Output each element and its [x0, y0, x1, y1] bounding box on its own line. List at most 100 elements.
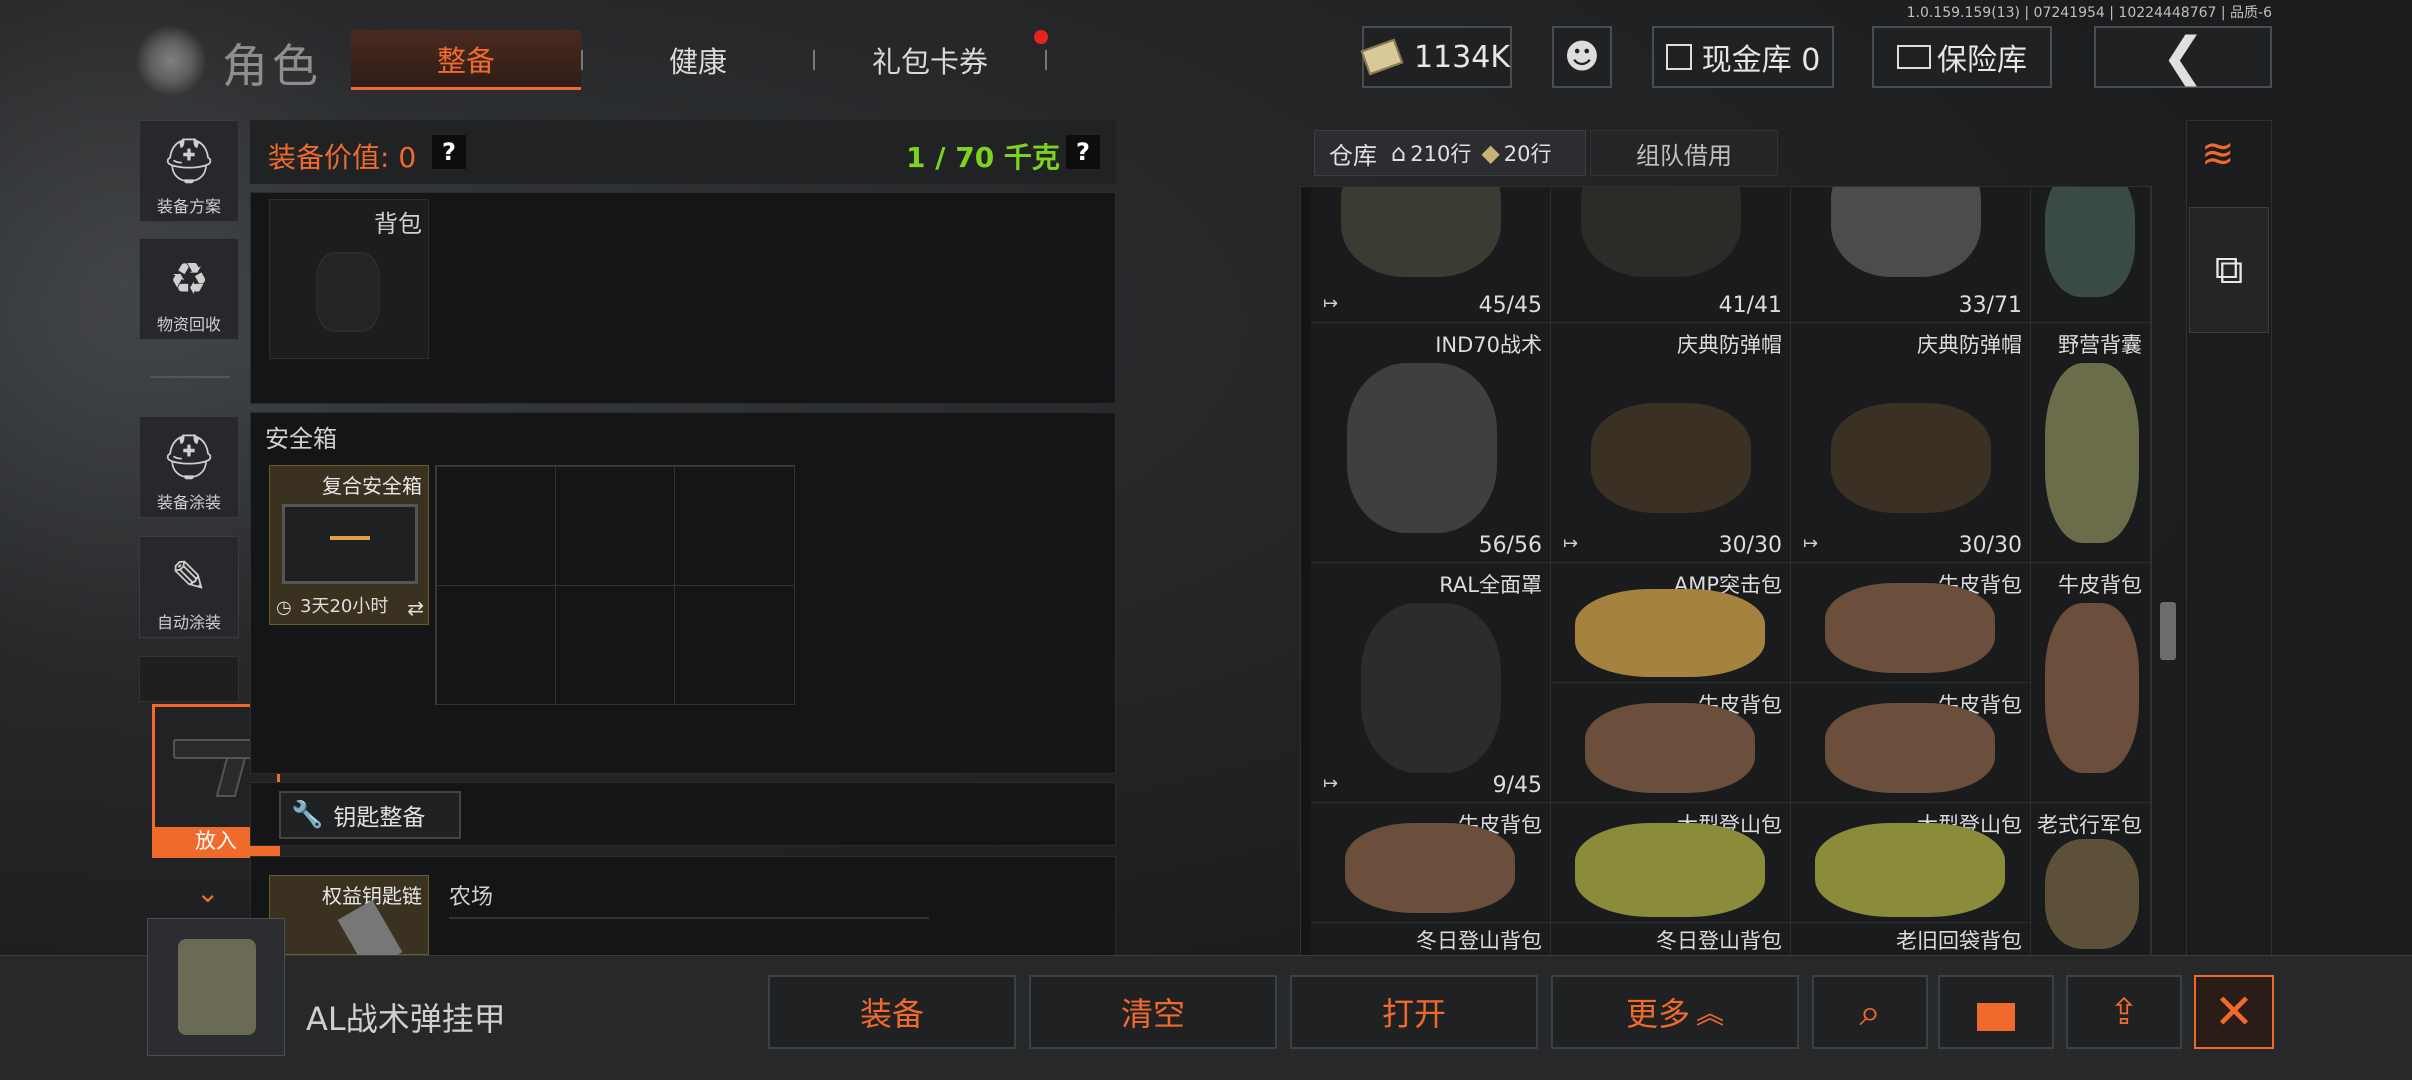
inventory-item[interactable]: 牛皮背包	[2031, 563, 2151, 803]
inventory-item[interactable]: 老式行军包	[2031, 803, 2151, 955]
tab-team-borrow[interactable]: 组队借用	[1590, 130, 1778, 176]
selected-item-thumbnail[interactable]	[147, 918, 285, 1056]
item-count: 9/45	[1492, 773, 1542, 798]
grid-cell[interactable]	[436, 466, 556, 586]
equipment-paint-label: 装备涂装	[156, 493, 221, 512]
auto-paint-button[interactable]: ✎ 自动涂装	[139, 536, 239, 638]
inventory-item[interactable]: AMP突击包	[1551, 563, 1791, 683]
inventory-item[interactable]: 庆典防弹帽 ↦ 30/30	[1551, 323, 1791, 563]
recycle-button[interactable]: ♻ 物资回收	[139, 238, 239, 340]
inventory-item[interactable]: 冬日登山背包	[1551, 923, 1791, 955]
right-rail: ≋ ⧉	[2186, 120, 2272, 956]
cart-upload-icon: ⇪	[2108, 991, 2140, 1033]
inventory-item[interactable]: 牛皮背包	[1311, 803, 1551, 923]
sidebar-divider	[150, 376, 230, 378]
keychain-item[interactable]: 权益钥匙链	[269, 875, 429, 972]
back-button[interactable]: ❮	[2094, 26, 2272, 88]
inventory-item[interactable]: 大型登山包	[1791, 803, 2031, 923]
search-button[interactable]: ⌕	[1812, 975, 1928, 1049]
pistol-grip	[215, 757, 247, 797]
help-icon[interactable]: ?	[1066, 135, 1100, 169]
divider	[449, 917, 929, 919]
safe-icon	[1897, 45, 1931, 69]
help-icon[interactable]: ?	[432, 135, 466, 169]
inventory-item[interactable]: 老旧回袋背包	[1791, 923, 2031, 955]
clock-icon: ◷	[276, 597, 292, 618]
agent-button[interactable]: ☻	[1552, 26, 1612, 88]
tab-gift-coupons[interactable]: 礼包卡券	[815, 30, 1045, 90]
inventory-item[interactable]: 41/41	[1551, 187, 1791, 323]
key-equip-button[interactable]: 🔧 钥匙整备	[279, 791, 461, 839]
helmet-icon	[1581, 187, 1741, 277]
more-button[interactable]: 更多 ︽	[1551, 975, 1799, 1049]
vest-icon	[178, 939, 256, 1035]
insurance-label: 保险库	[1937, 43, 2027, 78]
grid-cell[interactable]	[555, 585, 675, 705]
item-name: 老旧回袋背包	[1896, 929, 2022, 953]
inventory-item[interactable]: 庆典防弹帽 ↦ 30/30	[1791, 323, 2031, 563]
backpack-section: 背包	[250, 192, 1116, 404]
inventory-item[interactable]: RAL全面罩 ↦ 9/45	[1311, 563, 1551, 803]
swap-icon[interactable]: ⇄	[407, 596, 424, 620]
recycle-icon: ♻	[169, 254, 209, 305]
item-name: 牛皮背包	[2058, 573, 2142, 597]
insurance-vault-button[interactable]: 保险库	[1872, 26, 2052, 88]
safebox-name: 复合安全箱	[322, 474, 422, 498]
safebox-section-title: 安全箱	[265, 425, 337, 453]
item-name: RAL全面罩	[1439, 573, 1542, 597]
large-hiking-pack-icon	[1575, 823, 1765, 917]
helmet-paint-icon: ⛑	[161, 432, 217, 483]
clear-button[interactable]: 清空	[1029, 975, 1277, 1049]
layers-download-icon: ⧉	[2214, 247, 2244, 293]
inventory-item[interactable]: 野营背囊	[2031, 323, 2151, 563]
inventory-item[interactable]: 冬日登山背包	[1311, 923, 1551, 955]
item-name: 老式行军包	[2037, 813, 2142, 837]
chevron-down-icon[interactable]: ⌄	[196, 876, 219, 909]
equipment-paint-button[interactable]: ⛑ 装备涂装	[139, 416, 239, 518]
equip-button[interactable]: 装备	[768, 975, 1016, 1049]
inventory-item[interactable]: IND70战术 56/56	[1311, 323, 1551, 563]
sort-layers-icon[interactable]: ≋	[2201, 131, 2235, 177]
version-text: 1.0.159.159(13) | 07241954 | 10224448767…	[1906, 5, 2272, 21]
safebox-item[interactable]: 复合安全箱 ◷ 3天20小时 ⇄	[269, 465, 429, 625]
farm-label: 农场	[449, 885, 494, 910]
warehouse-tabs: 仓库 ⌂ 210行 ◆ 20行 组队借用	[1300, 122, 2100, 182]
backpack-slot[interactable]: 背包	[269, 199, 429, 359]
inventory-item[interactable]	[2031, 187, 2151, 323]
inventory-item[interactable]: 牛皮背包	[1791, 563, 2031, 683]
inventory-item[interactable]: ↦ 45/45	[1311, 187, 1551, 323]
stack-button[interactable]: ⧉	[2189, 207, 2269, 333]
item-name: 庆典防弹帽	[1677, 333, 1782, 357]
warehouse-scrollbar[interactable]	[2160, 602, 2176, 660]
inventory-item[interactable]: 33/71	[1791, 187, 2031, 323]
tab-warehouse[interactable]: 仓库 ⌂ 210行 ◆ 20行	[1314, 130, 1586, 176]
camping-backpack-icon	[2045, 363, 2139, 543]
key-icon: 🔧	[291, 800, 324, 830]
tactical-helmet-icon	[1347, 363, 1497, 533]
safebox-case-icon	[282, 504, 418, 584]
helmet-visor-icon	[1341, 187, 1501, 277]
grid-cell[interactable]	[674, 585, 795, 705]
pouch-rows: 20行	[1503, 142, 1552, 166]
close-button[interactable]: ✕	[2194, 975, 2274, 1049]
open-button[interactable]: 打开	[1290, 975, 1538, 1049]
sell-button[interactable]: ⇪	[2066, 975, 2182, 1049]
equipment-plan-button[interactable]: ⛑ 装备方案	[139, 120, 239, 222]
inventory-item[interactable]: 牛皮背包	[1791, 683, 2031, 803]
cash-vault-button[interactable]: 现金库 0	[1652, 26, 1834, 88]
extract-icon: ↦	[1323, 773, 1339, 794]
inventory-item[interactable]: 大型登山包	[1551, 803, 1791, 923]
tab-health[interactable]: 健康	[583, 30, 813, 90]
organize-button[interactable]	[1938, 975, 2054, 1049]
grid-cell[interactable]	[555, 466, 675, 586]
tab-equip[interactable]: 整备	[351, 30, 581, 90]
close-icon: ✕	[2213, 984, 2255, 1040]
item-count: 56/56	[1478, 533, 1542, 558]
warehouse-grid: ↦ 45/45 41/41 33/71 IND70战术 56/56 庆典防弹帽 …	[1300, 186, 2152, 956]
paint-brush-icon: ✎	[170, 552, 208, 603]
leather-backpack-icon	[1825, 703, 1995, 793]
inventory-item[interactable]: 牛皮背包	[1551, 683, 1791, 803]
grid-cell[interactable]	[436, 585, 556, 705]
money-value: 1134K	[1413, 39, 1510, 75]
grid-cell[interactable]	[674, 466, 795, 586]
